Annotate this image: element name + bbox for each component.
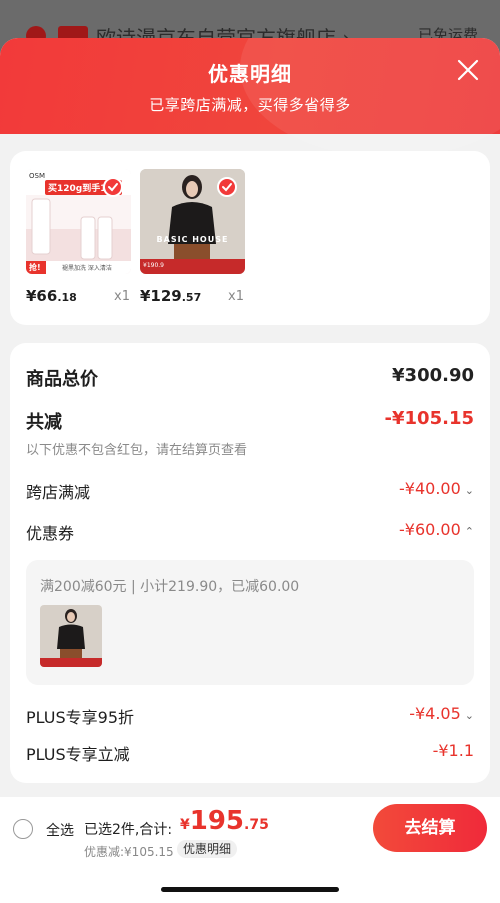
products-card: OSM 买120g到手180 抢! 褪黑加洗 深入清洁 ¥66.18 x1 BA… <box>10 151 490 325</box>
product-selected-check-icon[interactable] <box>217 177 237 197</box>
cardigan-image-price: ¥190.9 <box>143 262 164 269</box>
discount-detail-button[interactable]: 优惠明细 <box>177 840 238 858</box>
product-qty-cleanser: x1 <box>114 289 130 304</box>
price-dec: .18 <box>57 291 77 304</box>
sheet-header: 优惠明细 已享跨店满减，买得多省得多 <box>0 38 500 158</box>
plus-direct-value: -¥1.1 <box>432 741 474 760</box>
product-qty-cardigan: x1 <box>228 289 244 304</box>
cross-store-row[interactable]: -¥40.00 ⌄ <box>399 479 474 498</box>
total-discount-value: -¥105.15 <box>384 408 474 429</box>
selected-summary: 已选2件,合计: <box>84 822 173 838</box>
total-price-label: 商品总价 <box>26 369 98 390</box>
cross-store-label: 跨店满减 <box>26 483 91 502</box>
cardigan-brand: BASIC HOUSE <box>156 235 229 244</box>
coupon-product-thumbnail[interactable] <box>40 605 102 667</box>
plus95-label: PLUS专享95折 <box>26 708 134 727</box>
product-price-cardigan: ¥129.57 <box>140 287 201 305</box>
select-all-label[interactable]: 全选 <box>46 820 74 840</box>
cleanser-brand: OSM <box>29 172 45 180</box>
plus95-value: -¥4.05 <box>409 704 461 723</box>
cardigan-thumbnail-picture <box>40 605 102 667</box>
discount-summary: 优惠减:¥105.15 <box>84 845 174 859</box>
cleanser-tag: 抢! <box>29 263 41 272</box>
total-dec: .75 <box>244 817 269 833</box>
coupon-label: 优惠券 <box>26 524 75 543</box>
product-image-cleanser[interactable]: OSM 买120g到手180 抢! 褪黑加洗 深入清洁 <box>26 169 131 274</box>
chevron-down-icon[interactable]: ⌄ <box>465 484 474 497</box>
product-price-cleanser: ¥66.18 <box>26 287 77 305</box>
price-int: ¥129 <box>140 287 182 305</box>
total-int: 195 <box>189 806 245 836</box>
plus-direct-label: PLUS专享立减 <box>26 745 130 764</box>
product-selected-check-icon[interactable] <box>103 177 123 197</box>
cross-store-value: -¥40.00 <box>399 479 461 498</box>
coupon-value: -¥60.00 <box>399 520 461 539</box>
select-all-radio[interactable] <box>13 819 33 839</box>
total-amount: ¥195.75 <box>180 806 269 836</box>
home-indicator <box>161 887 339 892</box>
sheet-title: 优惠明细 <box>208 62 292 86</box>
price-int: ¥66 <box>26 287 58 305</box>
total-discount-label: 共减 <box>26 412 62 433</box>
sheet-subtitle: 已享跨店满减，买得多省得多 <box>149 96 351 114</box>
price-dec: .57 <box>181 291 202 304</box>
discount-detail-sheet: 优惠明细 已享跨店满减，买得多省得多 OSM 买120g到手180 抢! 褪黑加… <box>0 38 500 903</box>
coupon-detail-box: 满200减60元 | 小计219.90，已减60.00 <box>26 560 474 685</box>
plus95-row[interactable]: -¥4.05 ⌄ <box>409 704 474 723</box>
product-image-cardigan[interactable]: BASIC HOUSE ¥190.9 <box>140 169 245 274</box>
checkout-button[interactable]: 去结算 <box>373 804 487 852</box>
discount-note: 以下优惠不包含红包，请在结算页查看 <box>26 443 248 458</box>
close-icon[interactable] <box>456 58 480 82</box>
discount-detail-card: 商品总价 ¥300.90 共减 -¥105.15 以下优惠不包含红包，请在结算页… <box>10 343 490 783</box>
chevron-up-icon[interactable]: ⌃ <box>465 525 474 538</box>
coupon-rule: 满200减60元 | 小计219.90，已减60.00 <box>40 579 300 595</box>
total-currency: ¥ <box>180 817 190 833</box>
coupon-row[interactable]: -¥60.00 ⌃ <box>399 520 474 539</box>
cleanser-caption: 褪黑加洗 深入清洁 <box>62 265 112 272</box>
total-price-value: ¥300.90 <box>392 365 474 386</box>
chevron-down-icon[interactable]: ⌄ <box>465 709 474 722</box>
